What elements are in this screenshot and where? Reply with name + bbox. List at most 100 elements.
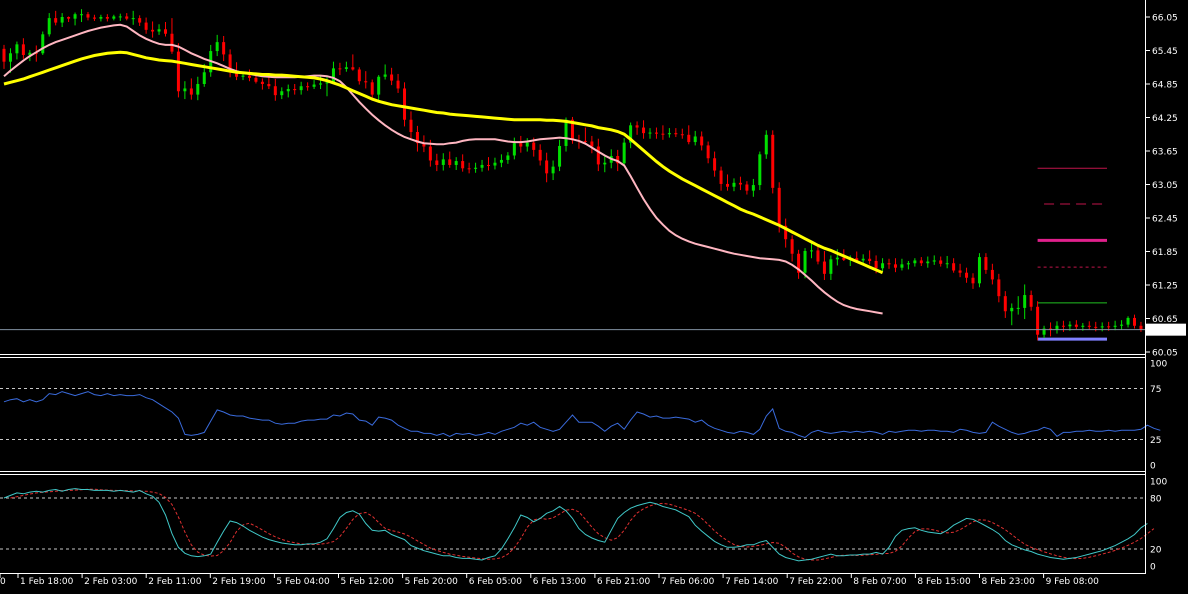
candle-body [1029,295,1033,307]
candle-body [247,75,251,78]
candle-body [403,88,407,120]
candle-body [67,17,71,19]
candle-body [461,161,465,169]
candle-body [1074,324,1078,327]
candle-body [532,142,536,150]
candle-body [777,187,781,226]
candle-body [822,261,826,274]
candle-body [280,91,284,96]
candle-body [622,142,626,164]
candle-body [15,44,19,54]
candle-body [493,162,497,166]
candle-body [764,134,768,155]
candle-body [693,136,697,143]
candle-body [583,140,587,142]
candle-body [21,44,25,55]
candle-body [499,159,503,163]
candle-body [286,89,290,92]
candle-body [370,82,374,95]
candle-body [906,263,910,265]
candle-body [551,166,555,174]
candle-body [254,77,258,82]
candle-body [454,161,458,165]
candle-body [525,142,529,147]
candle-body [409,119,413,133]
candle-body [687,134,691,143]
trading-chart: 66.05 65.45 64.85 64.25 63.65 63.05 62.45 61.85… [0,0,1188,594]
candle-body [1023,295,1027,308]
time-tick-label: 7 Feb 22:00 [789,577,843,587]
candle-body [913,260,917,264]
candle-body [396,80,400,89]
candle-body [176,51,180,92]
candle-body [926,261,930,264]
candle-body [881,263,885,269]
time-tick-label: 7 Feb 06:00 [661,577,715,587]
candle-body [745,184,749,191]
candle-body [202,72,206,84]
candle-body [603,162,607,165]
candle-body [183,88,187,92]
candle-body [519,143,523,147]
candle-body [758,154,762,186]
candle-body [41,34,45,54]
time-tick-label: 6 Feb 05:00 [469,577,523,587]
stochastic-tick-label: 0 [1150,563,1156,573]
time-tick-label: 6 Feb 21:00 [597,577,651,587]
candle-body [54,18,58,23]
candle-body [1126,317,1130,325]
candle-body [1036,306,1040,335]
candle-body [538,149,542,161]
candle-body [1094,326,1098,328]
candle-body [868,258,872,261]
time-tick-label: 2 Feb 11:00 [148,577,202,587]
candle-body [151,29,155,32]
candle-body [99,17,103,19]
stochastic-tick-label: 20 [1150,546,1162,556]
candle [977,253,981,288]
candle-body [487,164,490,166]
time-tick-label: 0 [0,577,6,587]
candle-body [1120,324,1124,326]
price-tick-label: 63.05 [1152,181,1178,191]
candle-body [344,67,348,69]
candle-body [835,257,839,260]
candle [771,130,775,194]
candle-body [939,260,943,264]
candle-body [338,68,342,70]
candle-body [267,84,271,87]
candle-body [480,164,484,168]
candle-body [428,146,432,161]
rsi-tick-label: 100 [1150,360,1167,370]
candle-body [667,133,671,135]
candle [1036,301,1040,341]
price-tick-label: 61.25 [1152,282,1178,292]
price-tick-label: 64.85 [1152,81,1178,91]
price-tick-label: 65.45 [1152,47,1178,57]
candle-body [1003,296,1007,312]
time-tick-label: 7 Feb 14:00 [725,577,779,587]
candle-body [467,168,471,170]
candle-body [8,53,12,62]
candle-body [319,83,323,85]
price-tick-label: 60.65 [1152,315,1178,325]
candle-body [965,272,969,278]
candle-body [596,146,600,165]
candle-body [118,16,122,18]
candle-body [874,260,878,269]
candle-body [196,84,200,95]
candle-body [945,263,949,265]
candle-body [512,143,516,156]
candle-body [1133,317,1136,326]
candle-body [73,14,77,19]
candle-body [164,29,167,34]
candle-body [312,84,316,87]
stochastic-tick-label: 80 [1150,495,1162,505]
candle-body [816,250,820,262]
candle-body [713,158,717,171]
candle-body [861,258,865,261]
candle-body [86,14,90,18]
candle-body [771,134,775,188]
candle-body [1055,325,1059,330]
price-tick-label: 66.05 [1152,14,1178,24]
